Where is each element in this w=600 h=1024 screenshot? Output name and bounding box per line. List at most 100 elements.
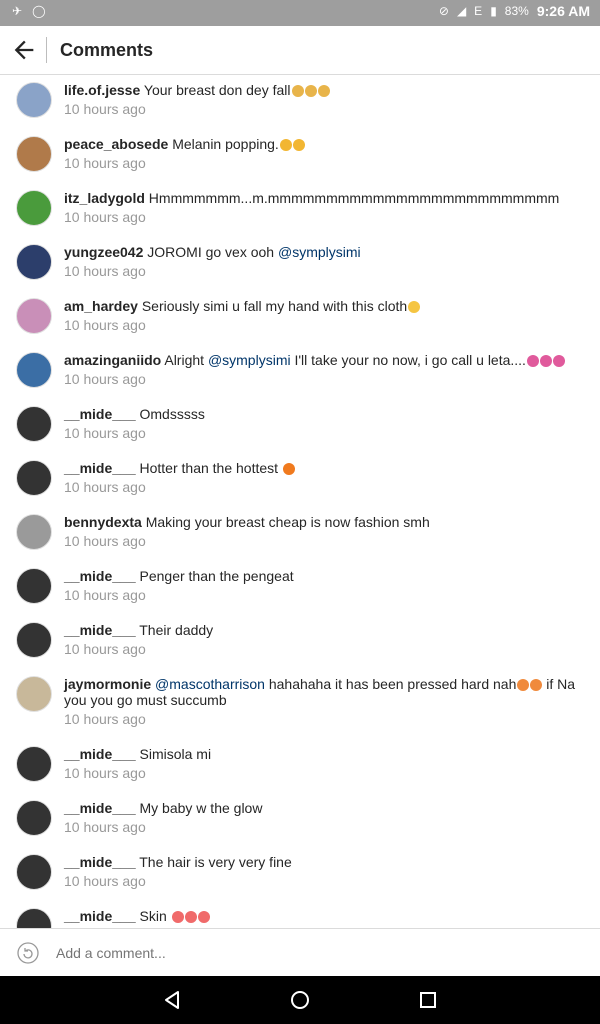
header-divider: [46, 37, 47, 63]
comment-text: bennydexta Making your breast cheap is n…: [64, 514, 580, 530]
comment-timestamp: 10 hours ago: [64, 873, 146, 889]
comment-row[interactable]: am_hardey Seriously simi u fall my hand …: [0, 291, 600, 345]
comment-username[interactable]: life.of.jesse: [64, 82, 140, 98]
comment-username[interactable]: __mide___: [64, 800, 136, 816]
mention-link[interactable]: @mascotharrison: [155, 676, 265, 692]
comment-row[interactable]: __mide___ My baby w the glow 10 hours ago: [0, 793, 600, 847]
clock: 9:26 AM: [536, 3, 590, 19]
comment-row[interactable]: amazinganiido Alright @symplysimi I'll t…: [0, 345, 600, 399]
home-circle-icon[interactable]: [288, 988, 312, 1012]
comment-username[interactable]: __mide___: [64, 746, 136, 762]
comment-username[interactable]: bennydexta: [64, 514, 142, 530]
comment-row[interactable]: yungzee042 JOROMI go vex ooh @symplysimi…: [0, 237, 600, 291]
comment-body: Their daddy: [139, 622, 214, 638]
comment-timestamp: 10 hours ago: [64, 209, 146, 225]
comment-body: I'll take your no now, i go call u leta.…: [290, 352, 526, 368]
avatar[interactable]: [16, 136, 52, 172]
comment-username[interactable]: amazinganiido: [64, 352, 161, 368]
back-triangle-icon[interactable]: [160, 988, 184, 1012]
comment-username[interactable]: __mide___: [64, 908, 136, 924]
emoji-icon: [184, 911, 197, 924]
comment-body: My baby w the glow: [139, 800, 263, 816]
notification-icons: ✈ ◯: [12, 4, 46, 18]
comment-row[interactable]: bennydexta Making your breast cheap is n…: [0, 507, 600, 561]
comment-body: Skin: [139, 908, 171, 924]
comment-username[interactable]: __mide___: [64, 568, 136, 584]
comment-row[interactable]: __mide___ Hotter than the hottest 10 hou…: [0, 453, 600, 507]
avatar[interactable]: [16, 568, 52, 604]
avatar[interactable]: [16, 908, 52, 928]
emoji-icon: [552, 355, 565, 368]
avatar[interactable]: [16, 746, 52, 782]
avatar[interactable]: [16, 406, 52, 442]
emoji-icon: [282, 463, 295, 476]
comment-row[interactable]: __mide___ Omdsssss 10 hours ago: [0, 399, 600, 453]
comment-text: __mide___ Skin: [64, 908, 580, 924]
comment-timestamp: 10 hours ago: [64, 641, 146, 657]
refresh-icon[interactable]: [16, 941, 40, 965]
avatar[interactable]: [16, 244, 52, 280]
comment-text: amazinganiido Alright @symplysimi I'll t…: [64, 352, 580, 368]
comment-row[interactable]: __mide___ Their daddy 10 hours ago: [0, 615, 600, 669]
comment-timestamp: 10 hours ago: [64, 155, 146, 171]
comment-username[interactable]: __mide___: [64, 406, 136, 422]
comment-row[interactable]: __mide___ Skin: [0, 901, 600, 928]
status-bar: ✈ ◯ ⊘ ◢ E ▮ 83% 9:26 AM: [0, 0, 600, 26]
comment-text: am_hardey Seriously simi u fall my hand …: [64, 298, 580, 314]
comment-row[interactable]: __mide___ Simisola mi 10 hours ago: [0, 739, 600, 793]
battery-icon: ▮: [490, 4, 497, 18]
app-bar: Comments: [0, 26, 600, 75]
comment-body: Alright: [164, 352, 208, 368]
comment-list[interactable]: life.of.jesse Your breast don dey fall 10…: [0, 75, 600, 928]
comment-row[interactable]: life.of.jesse Your breast don dey fall 10…: [0, 75, 600, 129]
emoji-icon: [304, 85, 317, 98]
comment-body: Simisola mi: [139, 746, 212, 762]
avatar[interactable]: [16, 352, 52, 388]
mention-link[interactable]: @symplysimi: [208, 352, 291, 368]
comment-row[interactable]: itz_ladygold Hmmmmmmm...m.mmmmmmmmmmmmmm…: [0, 183, 600, 237]
comment-text: life.of.jesse Your breast don dey fall: [64, 82, 580, 98]
comment-row[interactable]: peace_abosede Melanin popping. 10 hours a…: [0, 129, 600, 183]
comment-text: __mide___ The hair is very very fine: [64, 854, 580, 870]
emoji-icon: [171, 911, 184, 924]
comment-body: Hotter than the hottest: [139, 460, 282, 476]
comment-timestamp: 10 hours ago: [64, 711, 146, 727]
avatar[interactable]: [16, 800, 52, 836]
avatar[interactable]: [16, 82, 52, 118]
signal-icon: ◢: [456, 4, 467, 18]
avatar[interactable]: [16, 460, 52, 496]
comment-username[interactable]: jaymormonie: [64, 676, 151, 692]
comment-username[interactable]: yungzee042: [64, 244, 143, 260]
comment-timestamp: 10 hours ago: [64, 819, 146, 835]
comment-text: __mide___ Their daddy: [64, 622, 580, 638]
comment-row[interactable]: __mide___ The hair is very very fine 10 h…: [0, 847, 600, 901]
comment-row[interactable]: jaymormonie @mascotharrison hahahaha it …: [0, 669, 600, 739]
recents-square-icon[interactable]: [416, 988, 440, 1012]
comment-timestamp: 10 hours ago: [64, 587, 146, 603]
comment-username[interactable]: __mide___: [64, 622, 136, 638]
comment-username[interactable]: itz_ladygold: [64, 190, 145, 206]
back-arrow-icon[interactable]: [10, 36, 38, 64]
avatar[interactable]: [16, 622, 52, 658]
comment-timestamp: 10 hours ago: [64, 765, 146, 781]
avatar[interactable]: [16, 854, 52, 890]
comment-username[interactable]: am_hardey: [64, 298, 138, 314]
avatar[interactable]: [16, 298, 52, 334]
comment-username[interactable]: __mide___: [64, 854, 136, 870]
emoji-icon: [408, 301, 421, 314]
comment-timestamp: 10 hours ago: [64, 425, 146, 441]
mention-link[interactable]: @symplysimi: [278, 244, 361, 260]
avatar[interactable]: [16, 676, 52, 712]
comment-row[interactable]: __mide___ Penger than the pengeat 10 hour…: [0, 561, 600, 615]
whatsapp-icon: ◯: [32, 4, 46, 18]
comment-timestamp: 10 hours ago: [64, 263, 146, 279]
avatar[interactable]: [16, 514, 52, 550]
comment-input[interactable]: [56, 945, 556, 961]
comment-text: itz_ladygold Hmmmmmmm...m.mmmmmmmmmmmmmm…: [64, 190, 580, 206]
avatar[interactable]: [16, 190, 52, 226]
android-nav-bar: [0, 976, 600, 1024]
comment-username[interactable]: __mide___: [64, 460, 136, 476]
comment-username[interactable]: peace_abosede: [64, 136, 168, 152]
comment-body: Melanin popping.: [172, 136, 279, 152]
comment-timestamp: 10 hours ago: [64, 317, 146, 333]
